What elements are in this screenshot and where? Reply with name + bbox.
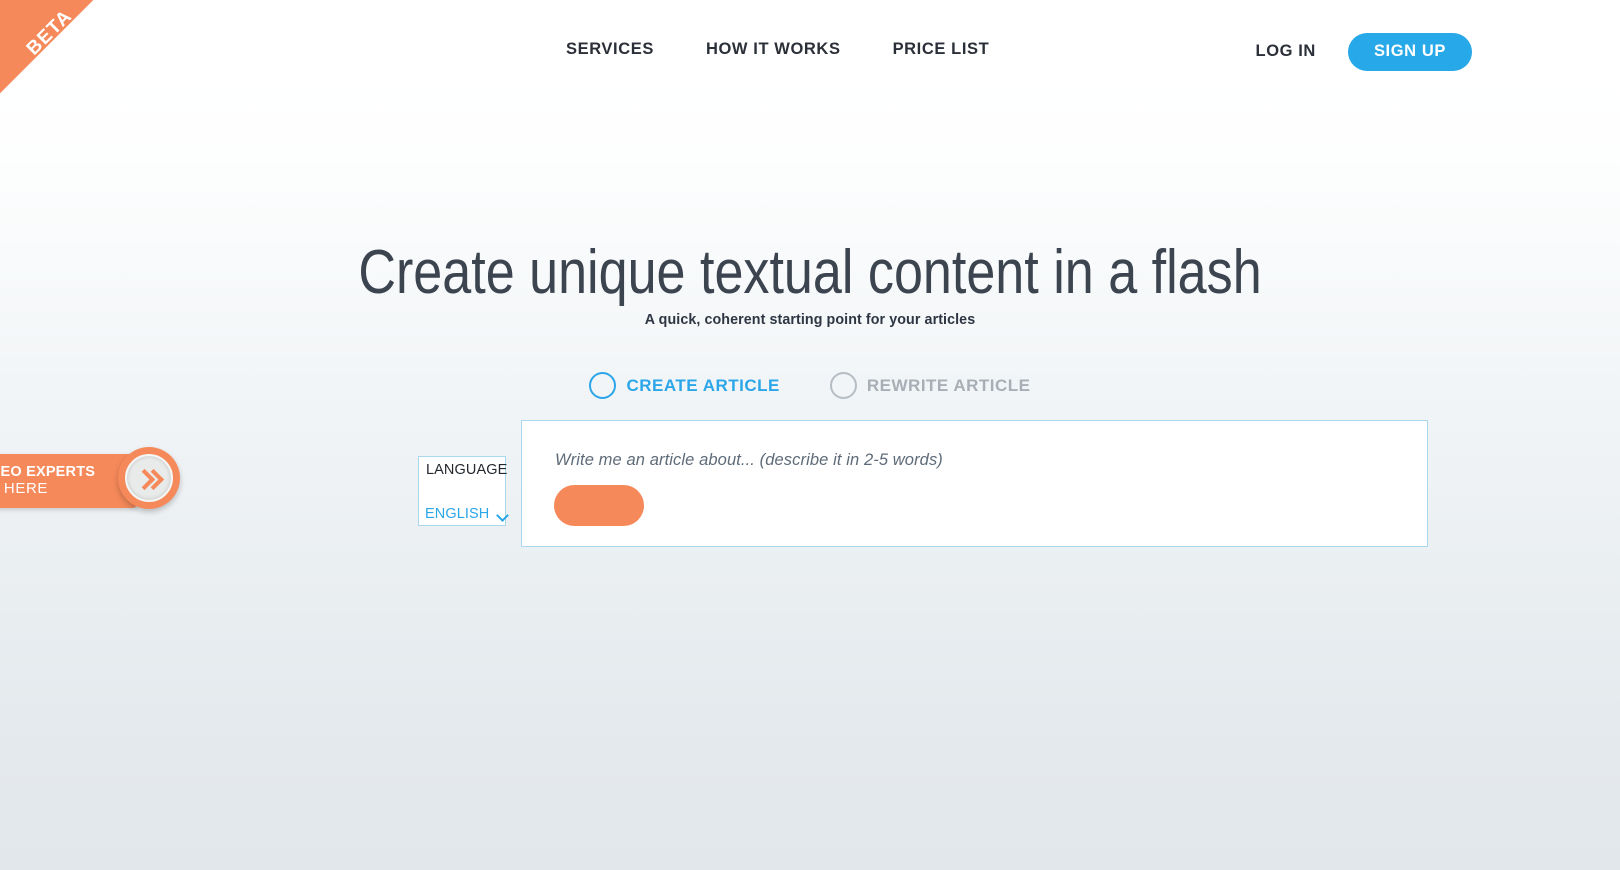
generate-article-button[interactable] <box>554 485 644 526</box>
language-label: LANGUAGE <box>426 462 508 478</box>
double-chevron-right-icon <box>133 468 165 491</box>
chevron-down-icon <box>498 511 509 518</box>
nav-link-price-list[interactable]: PRICE LIST <box>893 40 990 59</box>
radio-icon-create-article[interactable] <box>589 372 617 399</box>
page-subtitle: A quick, coherent starting point for you… <box>644 311 976 328</box>
login-link[interactable]: LOG IN <box>1256 42 1316 61</box>
signup-button[interactable]: SIGN UP <box>1347 33 1472 71</box>
radio-icon-rewrite-article[interactable] <box>829 372 857 399</box>
account-actions: LOG IN SIGN UP <box>1256 33 1472 71</box>
mode-label-rewrite-article: REWRITE ARTICLE <box>866 375 1031 395</box>
site-header: SERVICES HOW IT WORKS PRICE LIST LOG IN … <box>0 0 1620 103</box>
nav-link-how-it-works[interactable]: HOW IT WORKS <box>706 40 841 59</box>
mode-option-create-article[interactable]: CREATE ARTICLE <box>589 372 779 399</box>
language-dropdown[interactable]: ENGLISH <box>425 506 509 522</box>
language-selector[interactable]: LANGUAGE ENGLISH <box>418 456 509 526</box>
promo-expand-button[interactable] <box>118 447 180 509</box>
promo-knob-inner <box>125 454 173 502</box>
prompt-card: Write me an article about... (describe i… <box>521 420 1428 547</box>
mode-selector: CREATE ARTICLE REWRITE ARTICLE <box>0 372 1620 399</box>
mode-option-rewrite-article[interactable]: REWRITE ARTICLE <box>829 372 1031 399</box>
prompt-input[interactable]: Write me an article about... (describe i… <box>555 451 943 470</box>
nav-link-services[interactable]: SERVICES <box>566 40 654 59</box>
language-selected-value: ENGLISH <box>425 506 490 522</box>
main-navigation: SERVICES HOW IT WORKS PRICE LIST <box>566 40 989 59</box>
promo-tab-line-1: GENCIES & SEO EXPERTS <box>0 464 96 481</box>
promo-tab-line-2: CLICK HERE <box>0 480 49 498</box>
mode-label-create-article: CREATE ARTICLE <box>626 375 780 395</box>
page-title: Create unique textual content in a flash <box>358 238 1262 307</box>
